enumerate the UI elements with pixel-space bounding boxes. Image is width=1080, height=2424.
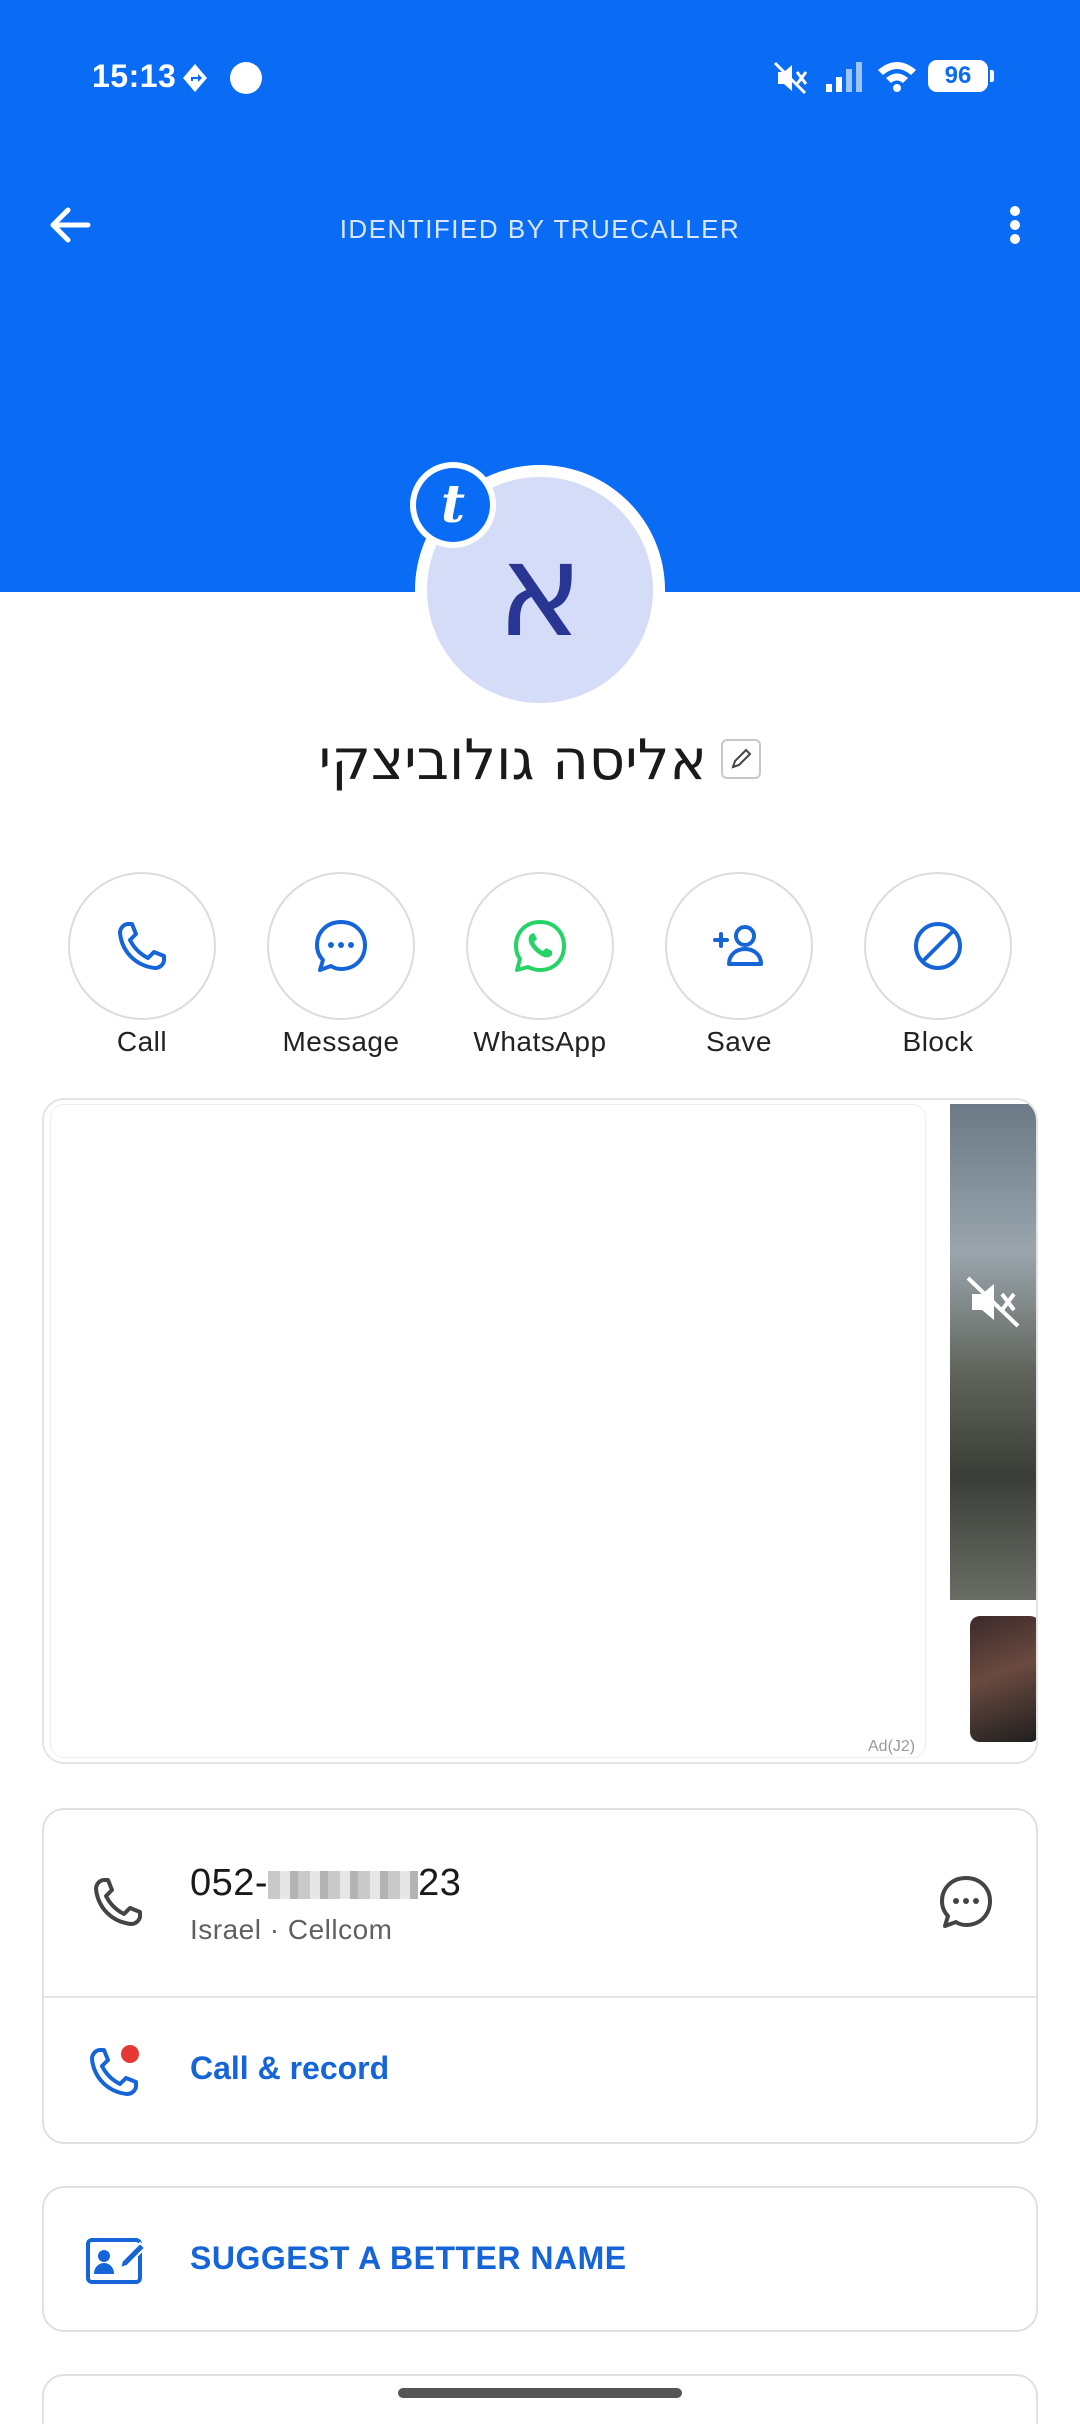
page-title: IDENTIFIED BY TRUECALLER: [339, 214, 741, 244]
phone-number: 052- 23: [190, 1862, 461, 1905]
call-button[interactable]: Call: [68, 872, 216, 1058]
edit-name-icon[interactable]: [721, 738, 762, 779]
add-contact-icon: [713, 925, 763, 966]
ad-tag: Ad(J2): [868, 1738, 916, 1755]
call-record-label: Call & record: [190, 2050, 390, 2086]
home-indicator[interactable]: [398, 2388, 682, 2398]
sms-icon[interactable]: [934, 1870, 998, 1934]
phone-carrier: Israel · Cellcom: [190, 1914, 393, 1945]
block-button-label: Block: [902, 1026, 974, 1057]
suggest-name-label: SUGGEST A BETTER NAME: [190, 2240, 627, 2276]
truecaller-logo-icon: t: [416, 468, 490, 542]
whatsapp-button-label: WhatsApp: [473, 1026, 607, 1057]
message-button-label: Message: [282, 1026, 400, 1057]
message-icon: [315, 920, 367, 972]
contact-info-card: 052- 23 Israel · Cellcom Call & record: [42, 1808, 1038, 2144]
contact-name-row: אליסה גולוביצקי: [0, 728, 1080, 798]
truecaller-badge: t: [410, 462, 496, 548]
top-bar: IDENTIFIED BY TRUECALLER: [0, 180, 1080, 270]
whatsapp-button[interactable]: WhatsApp: [466, 872, 614, 1058]
ad-mute-icon[interactable]: [964, 1274, 1024, 1330]
save-button[interactable]: Save: [665, 872, 813, 1058]
ad-banner[interactable]: Ad(J2): [42, 1098, 1038, 1764]
save-button-label: Save: [706, 1026, 772, 1057]
call-record-row[interactable]: Call & record: [44, 1998, 1036, 2142]
suggest-name-button[interactable]: SUGGEST A BETTER NAME: [42, 2186, 1038, 2332]
ad-content-area[interactable]: [50, 1104, 926, 1758]
battery-indicator: 96: [928, 60, 994, 92]
next-card: [42, 2374, 1038, 2424]
status-time: 15:13: [92, 58, 177, 94]
block-button[interactable]: Block: [864, 872, 1012, 1058]
contact-name: אליסה גולוביצקי: [318, 728, 707, 793]
ad-video-preview[interactable]: [950, 1104, 1036, 1600]
phone-number-row[interactable]: 052- 23 Israel · Cellcom: [44, 1810, 1036, 1998]
signal-icon: [826, 62, 862, 92]
mute-icon: [773, 61, 808, 95]
block-icon: [914, 922, 962, 970]
whatsapp-icon: [514, 920, 566, 972]
ad-thumbnail[interactable]: [970, 1616, 1036, 1742]
status-bar: 15:13 96: [0, 0, 1080, 160]
call-button-label: Call: [116, 1026, 168, 1057]
message-button[interactable]: Message: [267, 872, 415, 1058]
wifi-icon: [878, 62, 916, 92]
phone-number-redacted: [268, 1870, 419, 1899]
phone-number-prefix: 052-: [190, 1862, 269, 1904]
suggest-name-icon: [86, 2238, 147, 2284]
more-options-icon[interactable]: [990, 190, 1040, 260]
action-buttons: Call Message WhatsApp Save Block: [0, 872, 1080, 1062]
phone-icon: [94, 1878, 142, 1926]
phone-number-suffix: 23: [418, 1862, 462, 1904]
phone-icon: [118, 922, 166, 970]
call-record-icon: [90, 2045, 139, 2096]
navigation-icon: [183, 64, 207, 92]
record-dot-icon: [230, 62, 262, 94]
